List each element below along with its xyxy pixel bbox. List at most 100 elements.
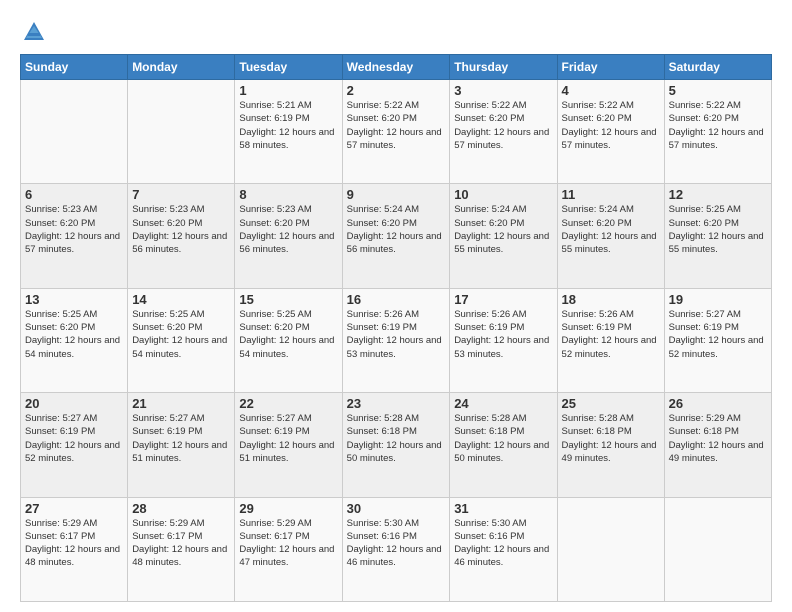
cell-info: Sunrise: 5:25 AMSunset: 6:20 PMDaylight:…: [132, 308, 230, 361]
day-number: 27: [25, 501, 123, 516]
page: SundayMondayTuesdayWednesdayThursdayFrid…: [0, 0, 792, 612]
calendar-cell: 1Sunrise: 5:21 AMSunset: 6:19 PMDaylight…: [235, 80, 342, 184]
weekday-header-monday: Monday: [128, 55, 235, 80]
weekday-row: SundayMondayTuesdayWednesdayThursdayFrid…: [21, 55, 772, 80]
calendar-cell: 14Sunrise: 5:25 AMSunset: 6:20 PMDayligh…: [128, 288, 235, 392]
calendar-cell: 22Sunrise: 5:27 AMSunset: 6:19 PMDayligh…: [235, 393, 342, 497]
cell-info: Sunrise: 5:28 AMSunset: 6:18 PMDaylight:…: [562, 412, 660, 465]
calendar-cell: [128, 80, 235, 184]
calendar-cell: 5Sunrise: 5:22 AMSunset: 6:20 PMDaylight…: [664, 80, 771, 184]
calendar-week-4: 20Sunrise: 5:27 AMSunset: 6:19 PMDayligh…: [21, 393, 772, 497]
day-number: 11: [562, 187, 660, 202]
cell-info: Sunrise: 5:27 AMSunset: 6:19 PMDaylight:…: [669, 308, 767, 361]
cell-info: Sunrise: 5:25 AMSunset: 6:20 PMDaylight:…: [669, 203, 767, 256]
cell-info: Sunrise: 5:27 AMSunset: 6:19 PMDaylight:…: [239, 412, 337, 465]
calendar-cell: 17Sunrise: 5:26 AMSunset: 6:19 PMDayligh…: [450, 288, 557, 392]
calendar-cell: 6Sunrise: 5:23 AMSunset: 6:20 PMDaylight…: [21, 184, 128, 288]
cell-info: Sunrise: 5:29 AMSunset: 6:18 PMDaylight:…: [669, 412, 767, 465]
cell-info: Sunrise: 5:23 AMSunset: 6:20 PMDaylight:…: [25, 203, 123, 256]
calendar-cell: [21, 80, 128, 184]
calendar-week-5: 27Sunrise: 5:29 AMSunset: 6:17 PMDayligh…: [21, 497, 772, 601]
day-number: 1: [239, 83, 337, 98]
day-number: 7: [132, 187, 230, 202]
cell-info: Sunrise: 5:26 AMSunset: 6:19 PMDaylight:…: [454, 308, 552, 361]
cell-info: Sunrise: 5:22 AMSunset: 6:20 PMDaylight:…: [562, 99, 660, 152]
day-number: 29: [239, 501, 337, 516]
calendar-cell: 7Sunrise: 5:23 AMSunset: 6:20 PMDaylight…: [128, 184, 235, 288]
day-number: 12: [669, 187, 767, 202]
calendar-cell: 26Sunrise: 5:29 AMSunset: 6:18 PMDayligh…: [664, 393, 771, 497]
cell-info: Sunrise: 5:29 AMSunset: 6:17 PMDaylight:…: [239, 517, 337, 570]
calendar-cell: [557, 497, 664, 601]
calendar-week-1: 1Sunrise: 5:21 AMSunset: 6:19 PMDaylight…: [21, 80, 772, 184]
day-number: 14: [132, 292, 230, 307]
day-number: 21: [132, 396, 230, 411]
calendar-cell: 21Sunrise: 5:27 AMSunset: 6:19 PMDayligh…: [128, 393, 235, 497]
calendar-cell: 12Sunrise: 5:25 AMSunset: 6:20 PMDayligh…: [664, 184, 771, 288]
day-number: 6: [25, 187, 123, 202]
weekday-header-saturday: Saturday: [664, 55, 771, 80]
day-number: 9: [347, 187, 446, 202]
calendar-cell: 8Sunrise: 5:23 AMSunset: 6:20 PMDaylight…: [235, 184, 342, 288]
calendar-cell: 16Sunrise: 5:26 AMSunset: 6:19 PMDayligh…: [342, 288, 450, 392]
cell-info: Sunrise: 5:28 AMSunset: 6:18 PMDaylight:…: [454, 412, 552, 465]
day-number: 17: [454, 292, 552, 307]
cell-info: Sunrise: 5:23 AMSunset: 6:20 PMDaylight:…: [132, 203, 230, 256]
calendar-cell: 27Sunrise: 5:29 AMSunset: 6:17 PMDayligh…: [21, 497, 128, 601]
weekday-header-sunday: Sunday: [21, 55, 128, 80]
cell-info: Sunrise: 5:30 AMSunset: 6:16 PMDaylight:…: [454, 517, 552, 570]
header: [20, 18, 772, 46]
calendar-cell: 2Sunrise: 5:22 AMSunset: 6:20 PMDaylight…: [342, 80, 450, 184]
calendar-cell: 28Sunrise: 5:29 AMSunset: 6:17 PMDayligh…: [128, 497, 235, 601]
calendar-cell: 29Sunrise: 5:29 AMSunset: 6:17 PMDayligh…: [235, 497, 342, 601]
calendar-cell: 30Sunrise: 5:30 AMSunset: 6:16 PMDayligh…: [342, 497, 450, 601]
cell-info: Sunrise: 5:27 AMSunset: 6:19 PMDaylight:…: [25, 412, 123, 465]
day-number: 10: [454, 187, 552, 202]
day-number: 3: [454, 83, 552, 98]
calendar-table: SundayMondayTuesdayWednesdayThursdayFrid…: [20, 54, 772, 602]
calendar-cell: 20Sunrise: 5:27 AMSunset: 6:19 PMDayligh…: [21, 393, 128, 497]
calendar-cell: 19Sunrise: 5:27 AMSunset: 6:19 PMDayligh…: [664, 288, 771, 392]
day-number: 13: [25, 292, 123, 307]
day-number: 15: [239, 292, 337, 307]
day-number: 5: [669, 83, 767, 98]
logo-icon: [20, 18, 48, 46]
cell-info: Sunrise: 5:29 AMSunset: 6:17 PMDaylight:…: [132, 517, 230, 570]
cell-info: Sunrise: 5:22 AMSunset: 6:20 PMDaylight:…: [669, 99, 767, 152]
day-number: 2: [347, 83, 446, 98]
cell-info: Sunrise: 5:22 AMSunset: 6:20 PMDaylight:…: [454, 99, 552, 152]
day-number: 25: [562, 396, 660, 411]
cell-info: Sunrise: 5:26 AMSunset: 6:19 PMDaylight:…: [347, 308, 446, 361]
calendar-body: 1Sunrise: 5:21 AMSunset: 6:19 PMDaylight…: [21, 80, 772, 602]
calendar-cell: 10Sunrise: 5:24 AMSunset: 6:20 PMDayligh…: [450, 184, 557, 288]
calendar-cell: 31Sunrise: 5:30 AMSunset: 6:16 PMDayligh…: [450, 497, 557, 601]
day-number: 19: [669, 292, 767, 307]
cell-info: Sunrise: 5:24 AMSunset: 6:20 PMDaylight:…: [347, 203, 446, 256]
cell-info: Sunrise: 5:23 AMSunset: 6:20 PMDaylight:…: [239, 203, 337, 256]
day-number: 18: [562, 292, 660, 307]
calendar-cell: 13Sunrise: 5:25 AMSunset: 6:20 PMDayligh…: [21, 288, 128, 392]
cell-info: Sunrise: 5:30 AMSunset: 6:16 PMDaylight:…: [347, 517, 446, 570]
calendar-cell: 4Sunrise: 5:22 AMSunset: 6:20 PMDaylight…: [557, 80, 664, 184]
cell-info: Sunrise: 5:21 AMSunset: 6:19 PMDaylight:…: [239, 99, 337, 152]
cell-info: Sunrise: 5:27 AMSunset: 6:19 PMDaylight:…: [132, 412, 230, 465]
day-number: 26: [669, 396, 767, 411]
calendar-cell: 11Sunrise: 5:24 AMSunset: 6:20 PMDayligh…: [557, 184, 664, 288]
calendar-cell: [664, 497, 771, 601]
calendar-cell: 3Sunrise: 5:22 AMSunset: 6:20 PMDaylight…: [450, 80, 557, 184]
cell-info: Sunrise: 5:26 AMSunset: 6:19 PMDaylight:…: [562, 308, 660, 361]
day-number: 20: [25, 396, 123, 411]
calendar-cell: 9Sunrise: 5:24 AMSunset: 6:20 PMDaylight…: [342, 184, 450, 288]
weekday-header-thursday: Thursday: [450, 55, 557, 80]
day-number: 4: [562, 83, 660, 98]
cell-info: Sunrise: 5:24 AMSunset: 6:20 PMDaylight:…: [454, 203, 552, 256]
day-number: 30: [347, 501, 446, 516]
cell-info: Sunrise: 5:28 AMSunset: 6:18 PMDaylight:…: [347, 412, 446, 465]
cell-info: Sunrise: 5:24 AMSunset: 6:20 PMDaylight:…: [562, 203, 660, 256]
cell-info: Sunrise: 5:29 AMSunset: 6:17 PMDaylight:…: [25, 517, 123, 570]
calendar-cell: 25Sunrise: 5:28 AMSunset: 6:18 PMDayligh…: [557, 393, 664, 497]
cell-info: Sunrise: 5:25 AMSunset: 6:20 PMDaylight:…: [239, 308, 337, 361]
day-number: 22: [239, 396, 337, 411]
calendar-week-2: 6Sunrise: 5:23 AMSunset: 6:20 PMDaylight…: [21, 184, 772, 288]
calendar-cell: 24Sunrise: 5:28 AMSunset: 6:18 PMDayligh…: [450, 393, 557, 497]
